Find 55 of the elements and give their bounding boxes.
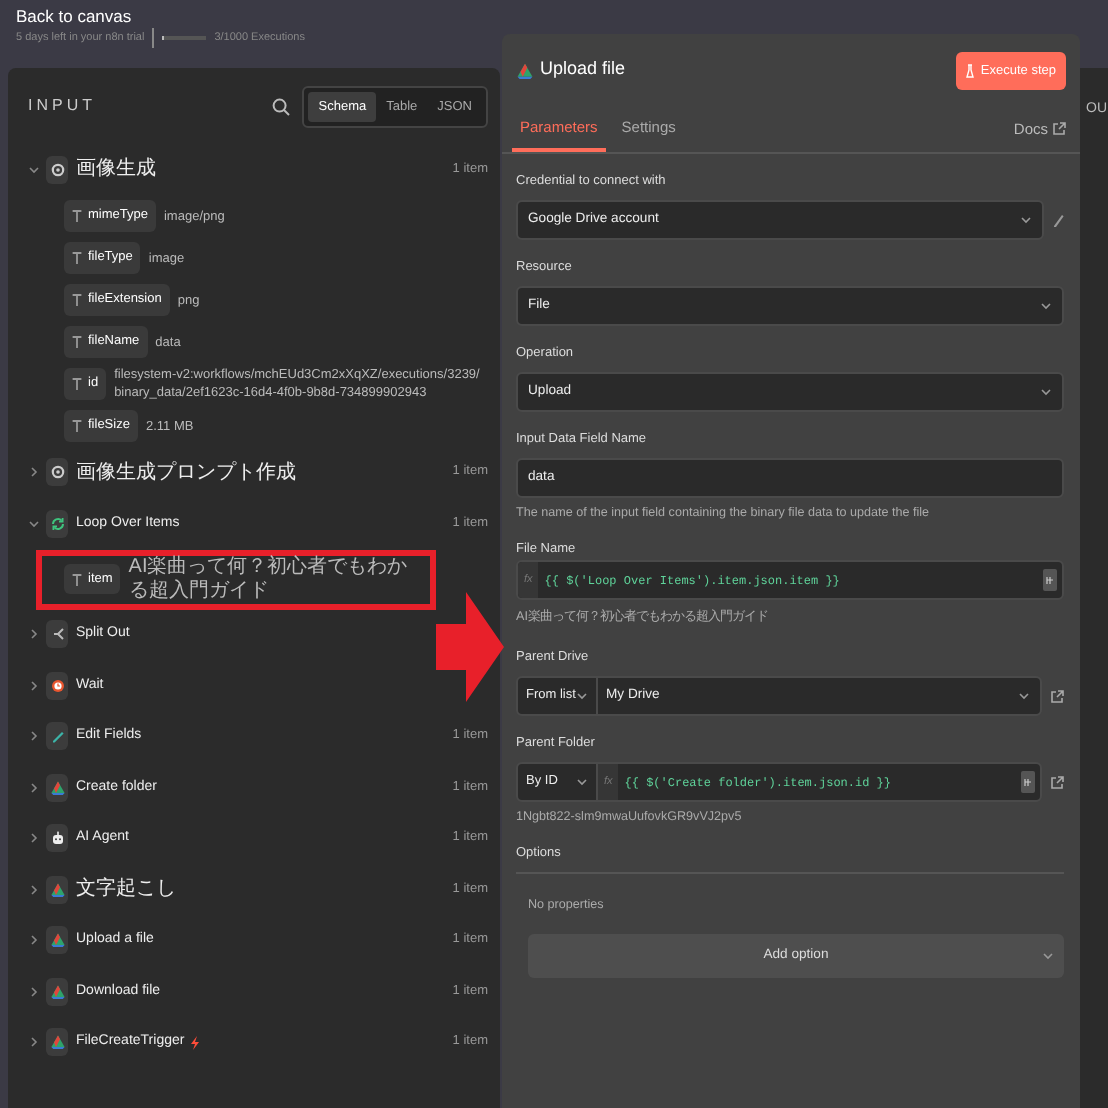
expand-chevron-icon[interactable] <box>28 679 40 692</box>
chevron-down-icon <box>1042 950 1054 963</box>
node-title: Upload file <box>540 56 628 83</box>
triangle-icon <box>49 932 65 949</box>
expand-chevron-icon[interactable] <box>28 730 40 743</box>
expand-chevron-icon[interactable] <box>28 883 40 896</box>
split-icon <box>49 626 65 643</box>
expand-chevron-icon[interactable] <box>28 1036 40 1049</box>
pencil-icon <box>49 728 65 745</box>
triangle-icon <box>49 779 65 796</box>
text-type-icon <box>72 573 82 585</box>
triangle-icon <box>49 983 65 1000</box>
chevron-down-icon <box>576 690 588 702</box>
knot-icon <box>49 464 65 481</box>
pencil-icon[interactable] <box>1052 212 1064 228</box>
external-link-icon[interactable] <box>1050 689 1064 703</box>
chevron-down-icon <box>1018 690 1030 702</box>
node-name[interactable]: 画像生成プロンプト作成 <box>76 457 296 488</box>
collapse-chevron-icon[interactable] <box>28 163 40 176</box>
loop-icon <box>49 515 65 532</box>
annotation-arrow <box>436 592 504 702</box>
panel-title: INPUT <box>28 94 98 118</box>
expand-button[interactable] <box>1042 568 1058 592</box>
triangle-icon <box>49 881 65 898</box>
chevron-down-icon <box>1040 300 1052 312</box>
chevron-down-icon <box>1020 214 1032 226</box>
chevron-down-icon <box>576 776 588 788</box>
chevron-down-icon <box>1040 386 1052 398</box>
knot-icon <box>49 161 65 178</box>
node-name[interactable]: 画像生成 <box>76 154 156 185</box>
flask-icon <box>966 63 975 77</box>
text-type-icon <box>72 252 82 264</box>
triangle-icon <box>49 1034 65 1051</box>
robot-icon <box>49 830 65 847</box>
expand-chevron-icon[interactable] <box>28 934 40 947</box>
clock-icon <box>49 677 65 694</box>
triangle-icon <box>516 61 534 79</box>
expand-chevron-icon[interactable] <box>28 628 40 641</box>
text-type-icon <box>72 420 82 432</box>
collapse-chevron-icon[interactable] <box>28 517 40 530</box>
expand-chevron-icon[interactable] <box>28 832 40 845</box>
external-link-icon[interactable] <box>1050 775 1064 789</box>
node-name[interactable]: 文字起こし <box>76 874 176 905</box>
expand-chevron-icon[interactable] <box>28 466 40 479</box>
external-link-icon <box>1052 122 1066 136</box>
text-type-icon <box>72 378 82 390</box>
field-value: AI楽曲って何？初心者でもわかる超入門ガイド <box>128 555 410 603</box>
expand-button[interactable] <box>1020 770 1036 794</box>
expand-chevron-icon[interactable] <box>28 781 40 794</box>
search-icon[interactable] <box>272 97 291 115</box>
text-type-icon <box>72 210 82 222</box>
back-link[interactable]: Back to canvas <box>16 6 500 28</box>
text-type-icon <box>72 294 82 306</box>
text-type-icon <box>72 336 82 348</box>
expand-chevron-icon[interactable] <box>28 985 40 998</box>
